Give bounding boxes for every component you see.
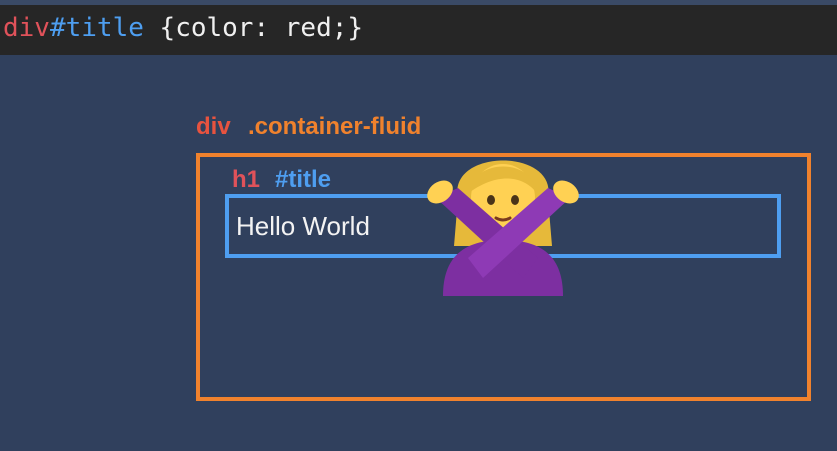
hello-world-text: Hello World <box>236 211 370 241</box>
code-selector-id: #title <box>49 13 144 43</box>
outer-element-tag: div <box>196 113 231 140</box>
css-code-line: div#title {color: red;} <box>0 5 837 55</box>
inner-element-tag: h1 <box>232 166 261 193</box>
slide: div#title {color: red;} div .container-f… <box>0 0 837 451</box>
woman-gesturing-no-icon <box>427 160 579 296</box>
code-selector-tag: div <box>3 13 50 43</box>
outer-element-class: .container-fluid <box>248 113 422 140</box>
code-declaration: {color: red;} <box>143 13 364 43</box>
inner-element-id: #title <box>275 166 332 193</box>
